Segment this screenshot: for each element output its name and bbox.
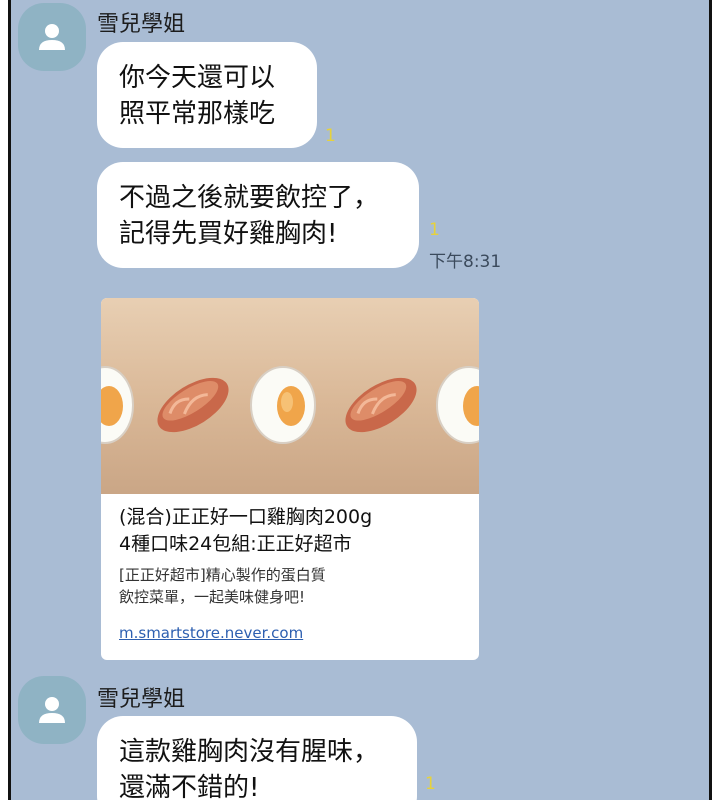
link-preview-card[interactable]: (混合)正正好一口雞胸肉200g 4種口味24包組:正正好超市 [正正好超市]精… <box>101 298 479 660</box>
person-icon <box>39 697 65 723</box>
boiled-egg-icon <box>436 366 479 444</box>
sender-name: 雪兒學姐 <box>97 12 186 37</box>
sender-name: 雪兒學姐 <box>97 687 186 712</box>
timestamp: 下午8:31 <box>429 252 502 272</box>
message-bubble[interactable]: 這款雞胸肉沒有腥味， 還滿不錯的! <box>97 716 417 800</box>
link-preview-image <box>101 298 479 494</box>
message-bubble[interactable]: 不過之後就要飲控了， 記得先買好雞胸肉! <box>97 162 419 268</box>
chat-window: 雪兒學姐 你今天還可以 照平常那樣吃 1 不過之後就要飲控了， 記得先買好雞胸肉… <box>8 0 712 800</box>
link-description: [正正好超市]精心製作的蛋白質 飲控菜單，一起美味健身吧! <box>119 566 326 606</box>
avatar[interactable] <box>18 676 86 744</box>
link-url[interactable]: m.smartstore.never.com <box>119 624 303 642</box>
food-illustration <box>101 366 479 444</box>
boiled-egg-icon <box>250 366 316 444</box>
person-icon <box>39 24 65 50</box>
read-count: 1 <box>425 774 436 794</box>
chicken-breast-icon <box>157 377 229 433</box>
link-title: (混合)正正好一口雞胸肉200g 4種口味24包組:正正好超市 <box>119 506 373 555</box>
read-count: 1 <box>429 220 440 240</box>
message-bubble[interactable]: 你今天還可以 照平常那樣吃 <box>97 42 317 148</box>
chicken-breast-icon <box>345 377 417 433</box>
boiled-egg-icon <box>101 366 134 444</box>
avatar[interactable] <box>18 3 86 71</box>
read-count: 1 <box>325 126 336 146</box>
